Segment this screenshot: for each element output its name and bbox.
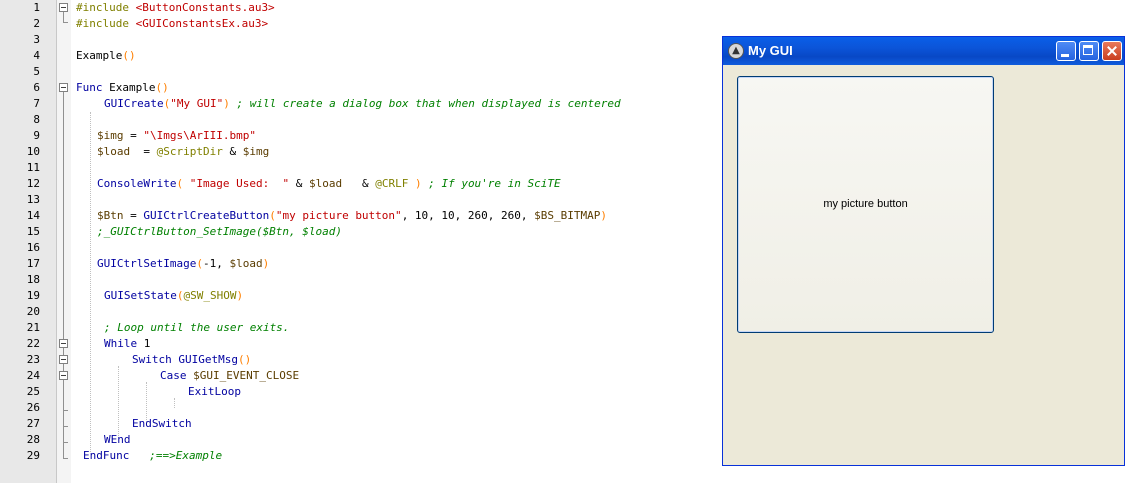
code-text: GUICtrlSetImage(-1, $load) — [97, 257, 270, 270]
code-line[interactable]: 9 $img = "\Imgs\ArIII.bmp" — [0, 128, 720, 144]
code-line[interactable]: 7 GUICreate("My GUI") ; will create a dia… — [0, 96, 720, 112]
code-text: #include <GUIConstantsEx.au3> — [76, 17, 269, 30]
line-number: 5 — [33, 65, 40, 78]
code-text: ExitLoop — [188, 385, 241, 398]
line-number: 17 — [26, 257, 40, 270]
line-number: 10 — [26, 145, 40, 158]
line-number: 18 — [26, 273, 40, 286]
window-client-area: my picture button — [726, 65, 1121, 463]
line-number: 3 — [33, 33, 40, 46]
code-line[interactable]: 12 ConsoleWrite( "Image Used: " & $load &… — [0, 176, 720, 192]
code-text: Func Example() — [76, 81, 169, 94]
minimize-button[interactable] — [1056, 41, 1076, 61]
code-line[interactable]: 17 GUICtrlSetImage(-1, $load) — [0, 256, 720, 272]
window-title: My GUI — [748, 43, 793, 58]
line-number: 29 — [26, 449, 40, 462]
code-line[interactable]: 11 — [0, 160, 720, 176]
line-number: 22 — [26, 337, 40, 350]
my-gui-window: ▲ My GUI my picture button — [722, 36, 1125, 466]
code-line[interactable]: 25 ExitLoop — [0, 384, 720, 400]
line-number: 7 — [33, 97, 40, 110]
code-text: ;_GUICtrlButton_SetImage($Btn, $load) — [97, 225, 343, 238]
code-line[interactable]: 22 While 1 — [0, 336, 720, 352]
code-line[interactable]: 23 Switch GUIGetMsg() — [0, 352, 720, 368]
code-text: Switch GUIGetMsg() — [132, 353, 252, 366]
line-number: 2 — [33, 17, 40, 30]
code-line[interactable]: 3 — [0, 32, 720, 48]
code-text: ConsoleWrite( "Image Used: " & $load & @… — [97, 177, 561, 190]
code-line[interactable]: 14 $Btn = GUICtrlCreateButton("my picture… — [0, 208, 720, 224]
line-number: 11 — [26, 161, 40, 174]
code-text: $load = @ScriptDir & $img — [97, 145, 270, 158]
code-line[interactable]: 29 EndFunc ;==>Example — [0, 448, 720, 464]
code-line[interactable]: 16 — [0, 240, 720, 256]
line-number: 28 — [26, 433, 40, 446]
line-number: 9 — [33, 129, 40, 142]
code-line[interactable]: 1 #include <ButtonConstants.au3> — [0, 0, 720, 16]
code-line[interactable]: 5 — [0, 64, 720, 80]
code-line[interactable]: 20 — [0, 304, 720, 320]
code-text: #include <ButtonConstants.au3> — [76, 1, 275, 14]
code-line[interactable]: 6 Func Example() — [0, 80, 720, 96]
code-line[interactable]: 21 ; Loop until the user exits. — [0, 320, 720, 336]
code-text: EndFunc ;==>Example — [83, 449, 223, 462]
code-line[interactable]: 24 Case $GUI_EVENT_CLOSE — [0, 368, 720, 384]
code-line[interactable]: 26 — [0, 400, 720, 416]
code-line[interactable]: 18 — [0, 272, 720, 288]
line-number: 24 — [26, 369, 40, 382]
line-number: 19 — [26, 289, 40, 302]
line-number: 23 — [26, 353, 40, 366]
line-number: 13 — [26, 193, 40, 206]
line-number: 1 — [33, 1, 40, 14]
line-number: 21 — [26, 321, 40, 334]
line-number: 8 — [33, 113, 40, 126]
line-number: 4 — [33, 49, 40, 62]
code-line[interactable]: 13 — [0, 192, 720, 208]
window-titlebar[interactable]: ▲ My GUI — [723, 37, 1124, 65]
code-text: While 1 — [104, 337, 151, 350]
code-text: $img = "\Imgs\ArIII.bmp" — [97, 129, 256, 142]
code-text: WEnd — [104, 433, 131, 446]
code-line[interactable]: 8 — [0, 112, 720, 128]
line-number: 12 — [26, 177, 40, 190]
code-text: ; Loop until the user exits. — [104, 321, 290, 334]
autoit-app-icon[interactable]: ▲ — [728, 43, 744, 59]
line-number: 6 — [33, 81, 40, 94]
code-line[interactable]: 28 WEnd — [0, 432, 720, 448]
close-button[interactable] — [1102, 41, 1122, 61]
code-text: Example() — [76, 49, 136, 62]
code-line[interactable]: 4 Example() — [0, 48, 720, 64]
line-number: 26 — [26, 401, 40, 414]
code-line[interactable]: 19 GUISetState(@SW_SHOW) — [0, 288, 720, 304]
code-line[interactable]: 15 ;_GUICtrlButton_SetImage($Btn, $load) — [0, 224, 720, 240]
code-line[interactable]: 27 EndSwitch — [0, 416, 720, 432]
code-line[interactable]: 10 $load = @ScriptDir & $img — [0, 144, 720, 160]
line-number: 27 — [26, 417, 40, 430]
code-text: Case $GUI_EVENT_CLOSE — [160, 369, 300, 382]
code-text: GUICreate("My GUI") ; will create a dial… — [104, 97, 621, 110]
code-line[interactable]: 2 #include <GUIConstantsEx.au3> — [0, 16, 720, 32]
picture-button-label: my picture button — [823, 198, 908, 210]
line-number: 25 — [26, 385, 40, 398]
code-text: GUISetState(@SW_SHOW) — [104, 289, 244, 302]
line-number: 20 — [26, 305, 40, 318]
line-number: 15 — [26, 225, 40, 238]
code-text: EndSwitch — [132, 417, 192, 430]
line-number: 16 — [26, 241, 40, 254]
picture-button[interactable]: my picture button — [737, 76, 994, 333]
line-number: 14 — [26, 209, 40, 222]
code-text: $Btn = GUICtrlCreateButton("my picture b… — [97, 209, 607, 222]
maximize-button[interactable] — [1079, 41, 1099, 61]
